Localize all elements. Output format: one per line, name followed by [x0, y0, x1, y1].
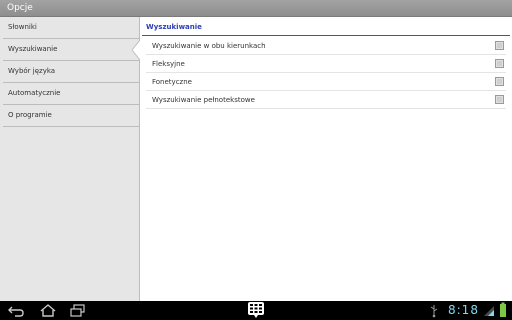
option-label: Wyszukiwanie w obu kierunkach	[152, 42, 266, 50]
action-bar: Opcje	[0, 0, 512, 17]
main-panel: Wyszukiwanie Wyszukiwanie w obu kierunka…	[140, 17, 512, 301]
section-title: Wyszukiwanie	[146, 23, 202, 31]
option-row-fonetyczne[interactable]: Fonetyczne	[146, 73, 506, 91]
selection-indicator-icon	[132, 40, 140, 60]
checkbox[interactable]	[495, 59, 504, 68]
wifi-icon	[484, 306, 494, 316]
sidebar-item-slowniki[interactable]: Słowniki	[3, 17, 139, 39]
clock-time: 8:18	[448, 303, 479, 317]
checkbox[interactable]	[495, 77, 504, 86]
sidebar-item-wybor-jezyka[interactable]: Wybór języka	[3, 61, 139, 83]
option-row-fleksyjne[interactable]: Fleksyjne	[146, 55, 506, 73]
sidebar-item-label: Wyszukiwanie	[8, 45, 58, 53]
sidebar-item-label: Słowniki	[8, 23, 37, 31]
option-label: Wyszukiwanie pełnotekstowe	[152, 96, 255, 104]
option-row-obu-kierunkach[interactable]: Wyszukiwanie w obu kierunkach	[146, 37, 506, 55]
checkbox[interactable]	[495, 95, 504, 104]
battery-icon	[500, 302, 506, 317]
back-icon[interactable]	[6, 301, 26, 320]
sidebar-item-label: O programie	[8, 111, 52, 119]
system-navigation-bar: 8:18	[0, 301, 512, 320]
sidebar-item-label: Automatycznie	[8, 89, 61, 97]
app-drawer-icon[interactable]	[246, 301, 266, 320]
option-label: Fonetyczne	[152, 78, 192, 86]
option-row-pelnotekstowe[interactable]: Wyszukiwanie pełnotekstowe	[146, 91, 506, 109]
usb-icon	[430, 305, 438, 318]
sidebar: Słowniki Wyszukiwanie Wybór języka Autom…	[0, 17, 140, 301]
window-title: Opcje	[7, 3, 33, 13]
sidebar-item-automatycznie[interactable]: Automatycznie	[3, 83, 139, 105]
home-icon[interactable]	[38, 301, 58, 320]
sidebar-item-label: Wybór języka	[8, 67, 56, 75]
checkbox[interactable]	[495, 41, 504, 50]
sidebar-item-o-programie[interactable]: O programie	[3, 105, 139, 127]
recent-apps-icon[interactable]	[68, 301, 88, 320]
option-label: Fleksyjne	[152, 60, 185, 68]
sidebar-item-wyszukiwanie[interactable]: Wyszukiwanie	[3, 39, 139, 61]
section-divider	[142, 35, 510, 36]
